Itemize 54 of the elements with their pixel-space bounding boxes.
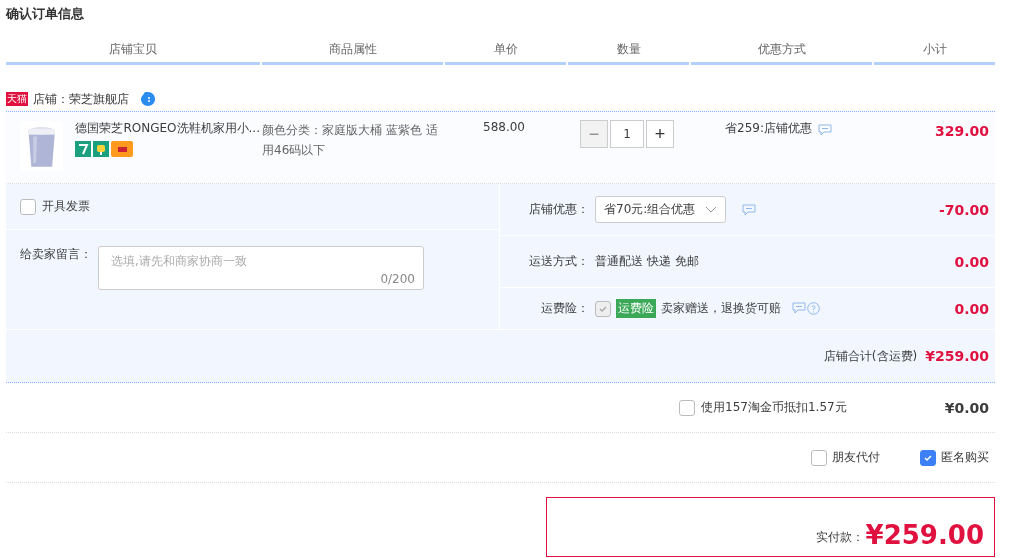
increase-button[interactable]: +: [646, 120, 674, 148]
coins-label: 使用157淘金币抵扣1.57元: [701, 399, 847, 416]
message-field[interactable]: 选填,请先和商家协商一致 0/200: [98, 246, 424, 290]
store-total-label: 店铺合计(含运费): [823, 347, 918, 365]
coins-amount: ¥0.00: [944, 399, 989, 416]
option-checkbox[interactable]: [920, 449, 936, 466]
column-header: 店铺宝贝: [6, 41, 260, 65]
insurance-tag: 运费险: [616, 299, 656, 318]
product-attributes: 颜色分类：家庭版大桶 蓝紫色 适用46码以下: [262, 122, 439, 159]
chat-icon[interactable]: [140, 91, 156, 107]
card-icon: [111, 141, 134, 157]
invoice-checkbox[interactable]: [20, 198, 36, 215]
payment-label: 实付款：: [815, 529, 864, 546]
unit-price: 588.00: [482, 120, 526, 136]
field-label: 运送方式：: [528, 253, 590, 270]
amount: 0.00: [954, 253, 989, 270]
field-label: 店铺优惠：: [528, 201, 590, 218]
help-icon[interactable]: [807, 302, 820, 315]
comment-icon[interactable]: [742, 203, 757, 216]
character-counter: 0/200: [380, 272, 415, 286]
option-checkbox[interactable]: [811, 449, 827, 466]
column-header: 数量: [568, 41, 689, 65]
discount-text: 省259:店铺优惠: [725, 120, 812, 137]
page-title: 确认订单信息: [6, 5, 85, 23]
field-label: 运费险：: [540, 300, 590, 317]
option-label: 朋友代付: [832, 449, 880, 466]
column-header: 小计: [874, 41, 995, 65]
coins-checkbox[interactable]: [679, 399, 696, 416]
check-icon: [598, 303, 608, 314]
shipping-method: 普通配送 快递 免邮: [595, 253, 700, 270]
subtotal: 329.00: [933, 122, 990, 141]
column-header: 单价: [445, 41, 566, 65]
comment-icon[interactable]: [817, 124, 832, 136]
quantity-field[interactable]: 1: [610, 120, 644, 148]
store-total-amount: ¥259.00: [925, 348, 989, 364]
option-label: 匿名购买: [941, 449, 989, 466]
column-header: 优惠方式: [691, 41, 872, 65]
message-label: 给卖家留言：: [20, 246, 92, 263]
amount: 0.00: [954, 300, 989, 317]
amount: -70.00: [938, 201, 989, 218]
store-name: 店铺：荣芝旗舰店: [33, 90, 129, 108]
product-title[interactable]: 德国荣芝RONGEO洗鞋机家用小...: [75, 120, 260, 137]
column-header: 商品属性: [262, 41, 443, 65]
comment-icon[interactable]: [792, 302, 806, 314]
caret-icon: [705, 205, 718, 214]
invoice-label: 开具发票: [42, 198, 90, 215]
payment-amount: ¥259.00: [865, 522, 984, 548]
check-icon: [923, 452, 933, 463]
store-badge: 天猫: [6, 92, 28, 106]
plug-icon: [93, 141, 110, 157]
service-icon: [75, 141, 92, 157]
insurance-text: 卖家赠送，退换货可赔: [661, 300, 781, 317]
placeholder-text: 选填,请先和商家协商一致: [111, 254, 247, 268]
discount-select[interactable]: 省70元:组合优惠: [595, 196, 727, 223]
